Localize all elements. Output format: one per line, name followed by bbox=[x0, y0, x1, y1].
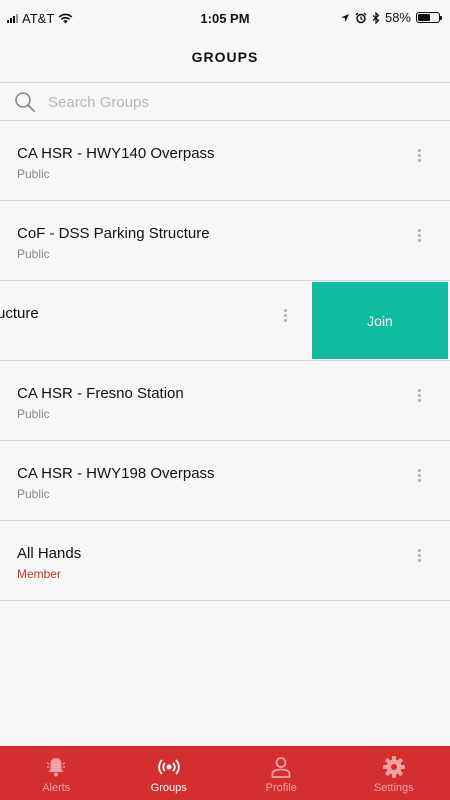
tab-profile[interactable]: Profile bbox=[225, 746, 338, 800]
battery-fill bbox=[418, 14, 430, 21]
group-type: Member bbox=[17, 567, 62, 581]
tab-label: Profile bbox=[265, 782, 297, 794]
more-options-icon[interactable] bbox=[414, 149, 424, 171]
search-icon bbox=[15, 92, 35, 112]
group-name: All Hands bbox=[17, 545, 82, 562]
gear-icon bbox=[382, 756, 405, 778]
person-icon bbox=[271, 757, 291, 778]
groups-list: CA HSR - HWY140 Overpass Public CoF - DS… bbox=[0, 121, 450, 601]
search-input[interactable] bbox=[46, 89, 430, 115]
tab-label: Settings bbox=[373, 782, 414, 794]
group-type: Public bbox=[17, 407, 50, 421]
group-row[interactable]: CA HSR - Fresno Station Public bbox=[0, 361, 450, 441]
tab-label: Alerts bbox=[42, 782, 71, 794]
group-row-swiped[interactable]: ructure Join bbox=[0, 281, 450, 361]
tab-alerts[interactable]: Alerts bbox=[0, 746, 113, 800]
group-name: CA HSR - HWY198 Overpass bbox=[17, 465, 215, 482]
more-options-icon[interactable] bbox=[414, 229, 424, 251]
group-row[interactable]: CA HSR - HWY140 Overpass Public bbox=[0, 121, 450, 201]
tab-settings[interactable]: Settings bbox=[338, 746, 450, 800]
battery-percent: 58% bbox=[384, 10, 411, 25]
search-bar bbox=[0, 82, 450, 121]
group-row[interactable]: CoF - DSS Parking Structure Public bbox=[0, 201, 450, 281]
more-options-icon[interactable] bbox=[414, 389, 424, 411]
location-icon bbox=[340, 13, 349, 22]
group-type: Public bbox=[17, 487, 50, 501]
page-title: GROUPS bbox=[191, 49, 259, 65]
group-type: Public bbox=[17, 167, 50, 181]
group-name: CoF - DSS Parking Structure bbox=[17, 225, 210, 242]
bell-icon bbox=[46, 758, 66, 777]
more-options-icon[interactable] bbox=[414, 549, 424, 571]
status-bar: AT&T 1:05 PM 58% bbox=[0, 0, 450, 38]
group-type: Public bbox=[17, 247, 50, 261]
battery-icon bbox=[416, 12, 442, 23]
group-name: ructure bbox=[0, 305, 39, 322]
broadcast-icon bbox=[157, 759, 180, 775]
alarm-icon bbox=[355, 12, 367, 23]
group-name: CA HSR - HWY140 Overpass bbox=[17, 145, 215, 162]
tab-bar: Alerts Groups Profile Settings bbox=[0, 746, 450, 800]
group-row[interactable]: All Hands Member bbox=[0, 521, 450, 601]
bluetooth-icon bbox=[372, 11, 380, 24]
status-bar-right: 58% bbox=[340, 10, 442, 25]
more-options-icon[interactable] bbox=[414, 469, 424, 491]
join-button[interactable]: Join bbox=[312, 282, 448, 359]
tab-groups[interactable]: Groups bbox=[113, 746, 226, 800]
group-row[interactable]: CA HSR - HWY198 Overpass Public bbox=[0, 441, 450, 521]
more-options-icon[interactable] bbox=[280, 309, 290, 331]
header: GROUPS bbox=[0, 38, 450, 82]
tab-label: Groups bbox=[150, 782, 187, 794]
group-name: CA HSR - Fresno Station bbox=[17, 385, 184, 402]
